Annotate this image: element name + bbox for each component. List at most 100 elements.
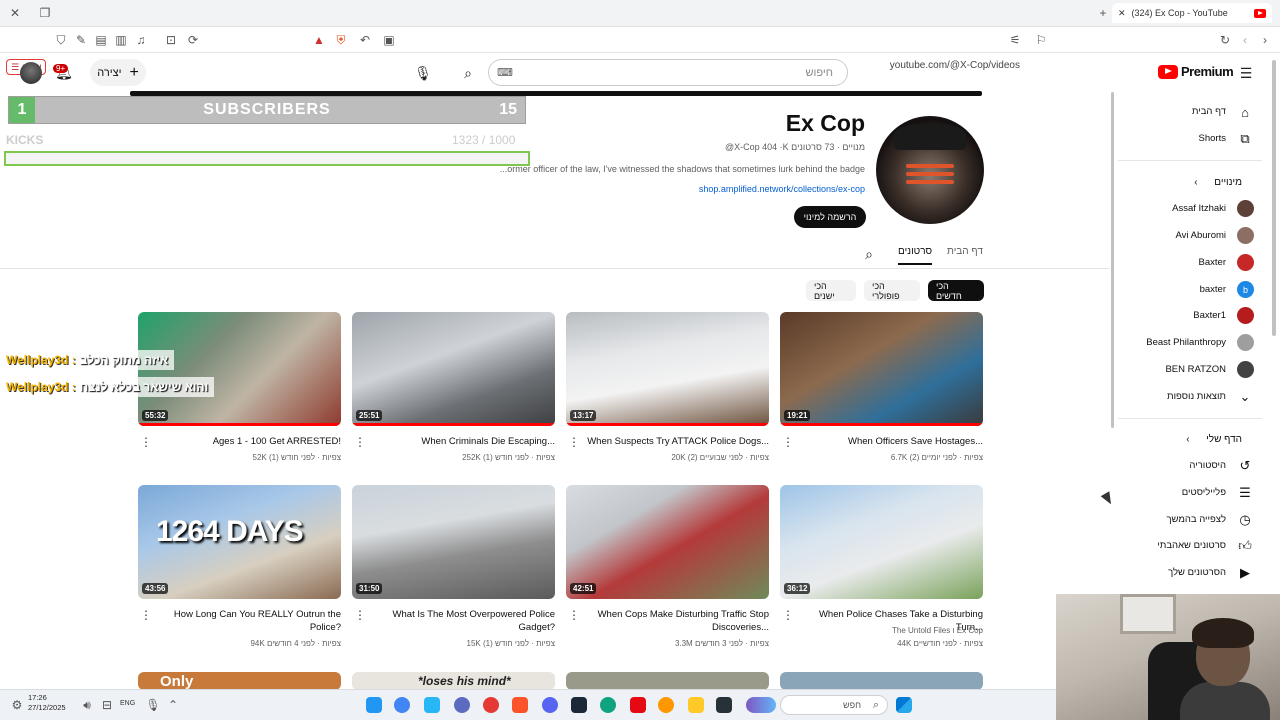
sidebar-icon[interactable]: ▥	[114, 33, 128, 47]
subscribe-button[interactable]: הרשמה למינוי	[794, 206, 866, 228]
video-thumbnail[interactable]: 1264 DAYS 43:56	[138, 485, 341, 599]
forward-icon[interactable]: ‹	[1238, 33, 1252, 47]
video-title[interactable]: How Long Can You REALLY Outrun the Polic…	[151, 608, 341, 634]
chrome-icon[interactable]	[394, 697, 410, 713]
sidebar-show-more[interactable]: תוצאות נוספות ⌄	[1118, 385, 1262, 409]
settings-icon[interactable]: ⚙	[10, 698, 24, 712]
brave-shield-icon[interactable]: ⛨	[334, 33, 348, 47]
sidebar-item-subscription[interactable]: Baxter	[1118, 251, 1262, 275]
chip-oldest[interactable]: הכי ישנים	[806, 280, 856, 301]
sidebar-item-subscription[interactable]: BEN RATZON	[1118, 358, 1262, 382]
search-icon[interactable]: ⌕	[454, 59, 482, 87]
sidebar-item-watch-later[interactable]: לצפייה בהמשך ◷	[1118, 508, 1262, 532]
sidebar-scrollbar[interactable]	[1272, 60, 1276, 336]
you-heading[interactable]: הדף שלי ‹	[1186, 434, 1242, 445]
extension-icon[interactable]: ✎	[74, 33, 88, 47]
sidebar-item-playlists[interactable]: פלייליסטים ☰	[1118, 481, 1262, 505]
tune-icon[interactable]: ⚟	[1008, 33, 1022, 47]
channel-link[interactable]: shop.amplified.network/collections/ex-co…	[699, 184, 865, 194]
video-thumbnail[interactable]: Only	[138, 672, 341, 690]
back-icon[interactable]: ›	[1258, 33, 1272, 47]
media-player-icon[interactable]	[483, 697, 499, 713]
close-icon[interactable]: ✕	[8, 6, 22, 20]
video-title[interactable]: When Criminals Die Escaping...	[365, 435, 555, 448]
app-icon-3[interactable]	[424, 697, 440, 713]
chip-newest[interactable]: הכי חדשים	[928, 280, 984, 301]
discord-icon[interactable]	[542, 697, 558, 713]
clock[interactable]: 17:26 27/12/2025	[28, 693, 66, 713]
sidebar-item-subscription[interactable]: Avi Aburomi	[1118, 224, 1262, 248]
bookmark-icon[interactable]: ⚐	[1034, 33, 1048, 47]
video-thumbnail[interactable]: 19:21	[780, 312, 983, 426]
video-thumbnail[interactable]	[566, 672, 769, 690]
terminal-icon[interactable]	[716, 697, 732, 713]
search-input[interactable]: ⌨ חיפוש	[488, 59, 848, 86]
brave-icon[interactable]	[512, 697, 528, 713]
sidebar-item-shorts[interactable]: Shorts ⧉	[1118, 127, 1262, 151]
tab-close-icon[interactable]: ✕	[1118, 8, 1126, 19]
sidebar-item-history[interactable]: היסטוריה ↺	[1118, 454, 1262, 478]
tab-home[interactable]: דף הבית	[947, 246, 983, 257]
video-thumbnail[interactable]: 31:50	[352, 485, 555, 599]
subscriptions-heading[interactable]: מינויים ‹	[1194, 177, 1242, 188]
chatgpt-icon[interactable]	[600, 697, 616, 713]
taskbar-search[interactable]: חפש ⌕	[780, 695, 888, 715]
keyboard-icon[interactable]: ⌨	[497, 66, 513, 79]
create-button[interactable]: יצירה +	[90, 59, 146, 86]
video-title[interactable]: When Cops Make Disturbing Traffic Stop D…	[579, 608, 769, 634]
channel-search-icon[interactable]: ⌕	[855, 240, 883, 268]
app-icon-11[interactable]	[658, 697, 674, 713]
tab-videos[interactable]: סרטונים	[898, 246, 933, 265]
sidebar-item-subscription[interactable]: Baxter1	[1118, 304, 1262, 328]
music-icon[interactable]: ♫	[134, 33, 148, 47]
video-title[interactable]: What Is The Most Overpowered Police Gadg…	[365, 608, 555, 634]
channel-description[interactable]: ...ormer officer of the law, I've witnes…	[500, 164, 865, 174]
reload-icon[interactable]: ↻	[1218, 33, 1232, 47]
main-scrollbar[interactable]	[1111, 92, 1114, 428]
account-avatar[interactable]	[20, 62, 42, 84]
warning-icon[interactable]: ▲	[312, 33, 326, 47]
restore-icon[interactable]: ❐	[38, 6, 52, 20]
back-arrow-icon[interactable]: ↶	[358, 33, 372, 47]
sidebar-item-your-videos[interactable]: הסרטונים שלך ▶	[1118, 561, 1262, 585]
url-text[interactable]: youtube.com/@X-Cop/videos	[890, 60, 1020, 71]
screenshot-icon[interactable]: ⊡	[164, 33, 178, 47]
video-title[interactable]: When Suspects Try ATTACK Police Dogs...	[579, 435, 769, 448]
weather-widget-icon[interactable]	[746, 697, 776, 713]
reader-icon[interactable]: ▤	[94, 33, 108, 47]
headphones-icon[interactable]	[454, 697, 470, 713]
steam-icon[interactable]	[571, 697, 587, 713]
video-title[interactable]: When Officers Save Hostages...	[793, 435, 983, 448]
network-icon[interactable]: ⊟	[100, 698, 114, 712]
video-title[interactable]: Ages 1 - 100 Get ARRESTED!	[151, 435, 341, 448]
sync-icon[interactable]: ⟳	[186, 33, 200, 47]
video-thumbnail[interactable]: 42:51	[566, 485, 769, 599]
hamburger-menu-icon[interactable]: ☰	[1232, 59, 1260, 87]
mic-tray-icon[interactable]: 🎙︎	[145, 698, 160, 712]
video-channel[interactable]: The Untold Files ו Ex Cop	[793, 626, 983, 635]
chevron-up-icon[interactable]: ⌃	[166, 698, 180, 712]
picture-in-picture-icon[interactable]: ▣	[382, 33, 396, 47]
sidebar-item-subscription[interactable]: Assaf Itzhaki	[1118, 197, 1262, 221]
language-indicator[interactable]: ENG	[120, 700, 135, 707]
file-explorer-icon[interactable]	[688, 697, 704, 713]
chip-popular[interactable]: הכי פופולרי	[864, 280, 920, 301]
video-thumbnail[interactable]: 13:17	[566, 312, 769, 426]
volume-icon[interactable]: 🔊︎	[80, 698, 94, 712]
video-thumbnail[interactable]: *loses his mind*	[352, 672, 555, 690]
sidebar-item-liked[interactable]: סרטונים שאהבתי 👍︎	[1118, 534, 1262, 558]
microphone-icon[interactable]: 🎙︎	[409, 59, 437, 87]
sidebar-item-home[interactable]: דף הבית ⌂	[1118, 100, 1262, 124]
video-thumbnail[interactable]: 25:51	[352, 312, 555, 426]
video-thumbnail[interactable]: 36:12	[780, 485, 983, 599]
video-thumbnail[interactable]	[780, 672, 983, 690]
app-icon-1[interactable]	[366, 697, 382, 713]
new-tab-icon[interactable]: +	[1096, 6, 1110, 20]
netflix-icon[interactable]	[630, 697, 646, 713]
shield-icon[interactable]: ⛉	[54, 33, 68, 47]
sidebar-item-subscription[interactable]: baxter b	[1118, 278, 1262, 302]
tab-youtube[interactable]: ✕ (324) Ex Cop - YouTube	[1112, 3, 1272, 23]
youtube-premium-logo[interactable]: Premium	[1158, 64, 1234, 79]
sidebar-item-subscription[interactable]: Beast Philanthropy	[1118, 331, 1262, 355]
windows-start-icon[interactable]	[896, 697, 912, 713]
